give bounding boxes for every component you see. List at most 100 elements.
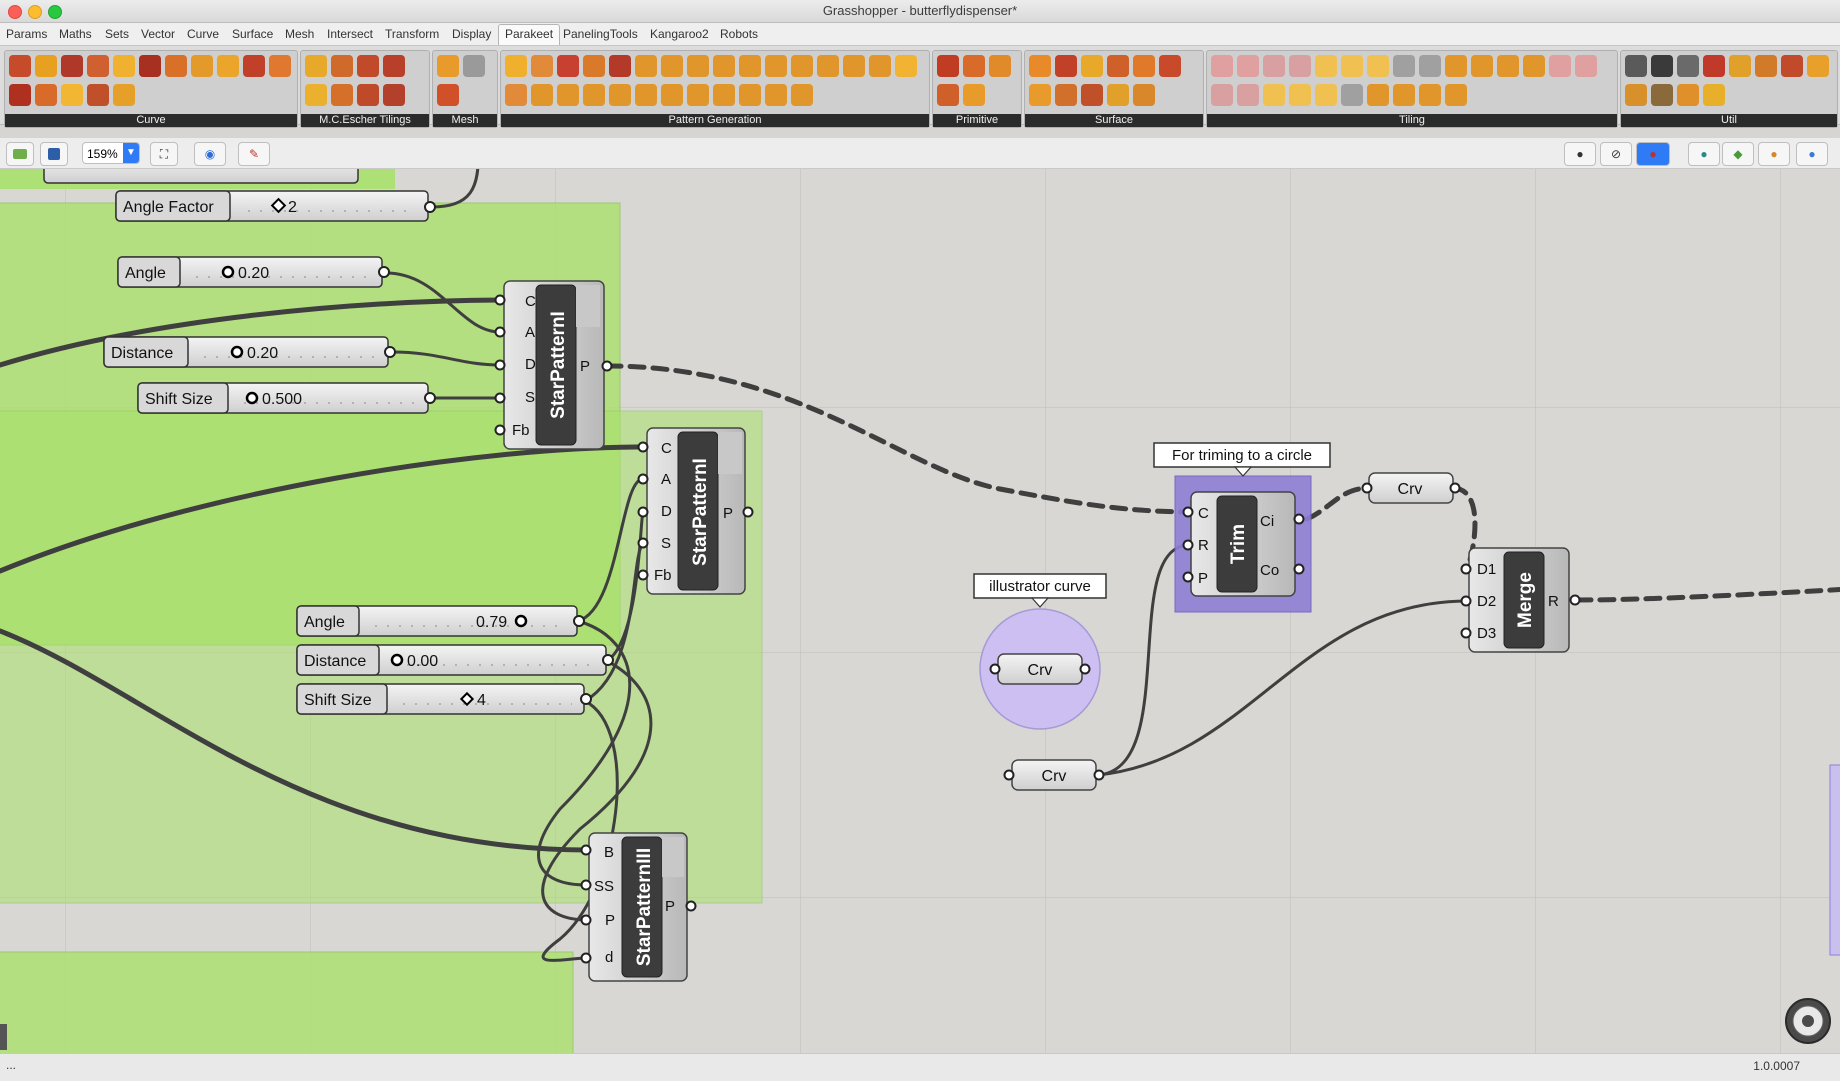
output-grip[interactable] — [1293, 513, 1305, 525]
tiling-pattern-icon[interactable] — [1289, 55, 1311, 77]
output-grip[interactable] — [1079, 663, 1091, 675]
pattern-tool-icon[interactable] — [687, 55, 709, 77]
output-grip[interactable] — [1449, 482, 1461, 494]
slider-knob[interactable] — [245, 391, 259, 405]
slider-knob[interactable] — [230, 345, 244, 359]
output-grip[interactable] — [742, 506, 754, 518]
param-crv-3[interactable]: Crv — [1003, 759, 1105, 791]
input-grip[interactable] — [989, 663, 1001, 675]
input-grip[interactable] — [1182, 571, 1194, 583]
curve-tool-icon[interactable] — [113, 55, 135, 77]
tiling-pattern-icon[interactable] — [1575, 55, 1597, 77]
pattern-tool-icon[interactable] — [531, 55, 553, 77]
curve-tool-icon[interactable] — [87, 84, 109, 106]
input-grip[interactable] — [494, 326, 506, 338]
curve-tool-icon[interactable] — [61, 55, 83, 77]
pattern-tool-icon[interactable] — [583, 84, 605, 106]
pattern-tool-icon[interactable] — [661, 84, 683, 106]
slider-shift-size[interactable]: Shift Size 0.500 — [137, 382, 436, 414]
grasshopper-canvas[interactable]: Angle Factor 2 Angle 0.20 Distance 0.20 … — [0, 169, 1840, 1053]
tiling-pattern-icon[interactable] — [1549, 55, 1571, 77]
component-starpattern-2[interactable]: C A D S Fb P StarPatternI — [637, 427, 754, 595]
tiling-pattern-icon[interactable] — [1263, 55, 1285, 77]
input-grip[interactable] — [494, 359, 506, 371]
input-grip[interactable] — [580, 914, 592, 926]
curve-tool-icon[interactable] — [191, 55, 213, 77]
primitive-tool-icon[interactable] — [963, 84, 985, 106]
util-tool-icon[interactable] — [1625, 84, 1647, 106]
pattern-tool-icon[interactable] — [505, 55, 527, 77]
tiling-pattern-icon[interactable] — [1497, 55, 1519, 77]
input-grip[interactable] — [580, 952, 592, 964]
component-trim[interactable]: C R P Ci Co Trim — [1174, 475, 1312, 613]
tiling-tool-icon[interactable] — [357, 55, 379, 77]
sketch-button[interactable]: ✎ — [238, 142, 270, 166]
pattern-tool-icon[interactable] — [817, 55, 839, 77]
tiling-pattern-icon[interactable] — [1263, 84, 1285, 106]
ribbon-group-label[interactable]: Surface — [1025, 114, 1203, 127]
tab-maths[interactable]: Maths — [59, 27, 92, 41]
output-grip[interactable] — [378, 266, 390, 278]
curve-tool-icon[interactable] — [35, 55, 57, 77]
input-grip[interactable] — [637, 473, 649, 485]
slider-partial[interactable] — [43, 169, 359, 184]
tab-parakeet[interactable]: Parakeet — [498, 24, 561, 45]
tab-mesh[interactable]: Mesh — [285, 27, 314, 41]
slider-distance-2[interactable]: Distance 0.00 — [296, 644, 614, 676]
horizontal-scroll-handle[interactable] — [0, 1024, 7, 1050]
pattern-tool-icon[interactable] — [713, 55, 735, 77]
output-grip[interactable] — [602, 654, 614, 666]
ribbon-group-label[interactable]: Mesh — [433, 114, 497, 127]
primitive-tool-icon[interactable] — [937, 84, 959, 106]
tiling-pattern-icon[interactable] — [1419, 55, 1441, 77]
surface-tool-icon[interactable] — [1107, 55, 1129, 77]
surface-tool-icon[interactable] — [1081, 55, 1103, 77]
output-grip[interactable] — [424, 392, 436, 404]
pattern-tool-icon[interactable] — [791, 55, 813, 77]
zoom-select[interactable]: 159% ▼ — [82, 142, 140, 164]
output-grip[interactable] — [1569, 594, 1581, 606]
open-file-button[interactable] — [6, 142, 34, 166]
input-grip[interactable] — [1182, 506, 1194, 518]
util-tool-icon[interactable] — [1677, 55, 1699, 77]
tiling-tool-icon[interactable] — [383, 55, 405, 77]
util-tool-icon[interactable] — [1755, 55, 1777, 77]
pattern-tool-icon[interactable] — [739, 55, 761, 77]
pattern-tool-icon[interactable] — [765, 84, 787, 106]
primitive-tool-icon[interactable] — [937, 55, 959, 77]
output-grip[interactable] — [424, 201, 436, 213]
util-tool-icon[interactable] — [1781, 55, 1803, 77]
input-grip[interactable] — [1460, 563, 1472, 575]
util-tool-icon[interactable] — [1703, 84, 1725, 106]
ribbon-group-label[interactable]: Pattern Generation — [501, 114, 929, 127]
output-grip[interactable] — [384, 346, 396, 358]
navigation-compass[interactable] — [1785, 998, 1831, 1044]
curve-tool-icon[interactable] — [269, 55, 291, 77]
tiling-pattern-icon[interactable] — [1237, 55, 1259, 77]
pattern-tool-icon[interactable] — [557, 84, 579, 106]
param-illustrator-curve[interactable]: Crv — [979, 608, 1101, 730]
input-grip[interactable] — [580, 844, 592, 856]
pattern-tool-icon[interactable] — [895, 55, 917, 77]
curve-tool-icon[interactable] — [243, 55, 265, 77]
util-tool-icon[interactable] — [1651, 84, 1673, 106]
tiling-pattern-icon[interactable] — [1315, 84, 1337, 106]
input-grip[interactable] — [1003, 769, 1015, 781]
curve-tool-icon[interactable] — [139, 55, 161, 77]
param-crv-1[interactable]: Crv — [1361, 472, 1461, 504]
tab-curve[interactable]: Curve — [187, 27, 219, 41]
pattern-tool-icon[interactable] — [609, 84, 631, 106]
tab-intersect[interactable]: Intersect — [327, 27, 373, 41]
chevron-down-icon[interactable]: ▼ — [123, 143, 139, 163]
surface-tool-icon[interactable] — [1133, 55, 1155, 77]
input-grip[interactable] — [1361, 482, 1373, 494]
slider-shift-size-2[interactable]: Shift Size 4 — [296, 683, 592, 715]
primitive-tool-icon[interactable] — [963, 55, 985, 77]
pattern-tool-icon[interactable] — [869, 55, 891, 77]
tab-panelingtools[interactable]: PanelingTools — [563, 27, 638, 41]
component-starpattern-1[interactable]: C A D S Fb P StarPatternI — [494, 280, 613, 450]
ribbon-group-label[interactable]: Util — [1621, 114, 1837, 127]
curve-tool-icon[interactable] — [61, 84, 83, 106]
tiling-pattern-icon[interactable] — [1341, 84, 1363, 106]
tab-params[interactable]: Params — [6, 27, 47, 41]
